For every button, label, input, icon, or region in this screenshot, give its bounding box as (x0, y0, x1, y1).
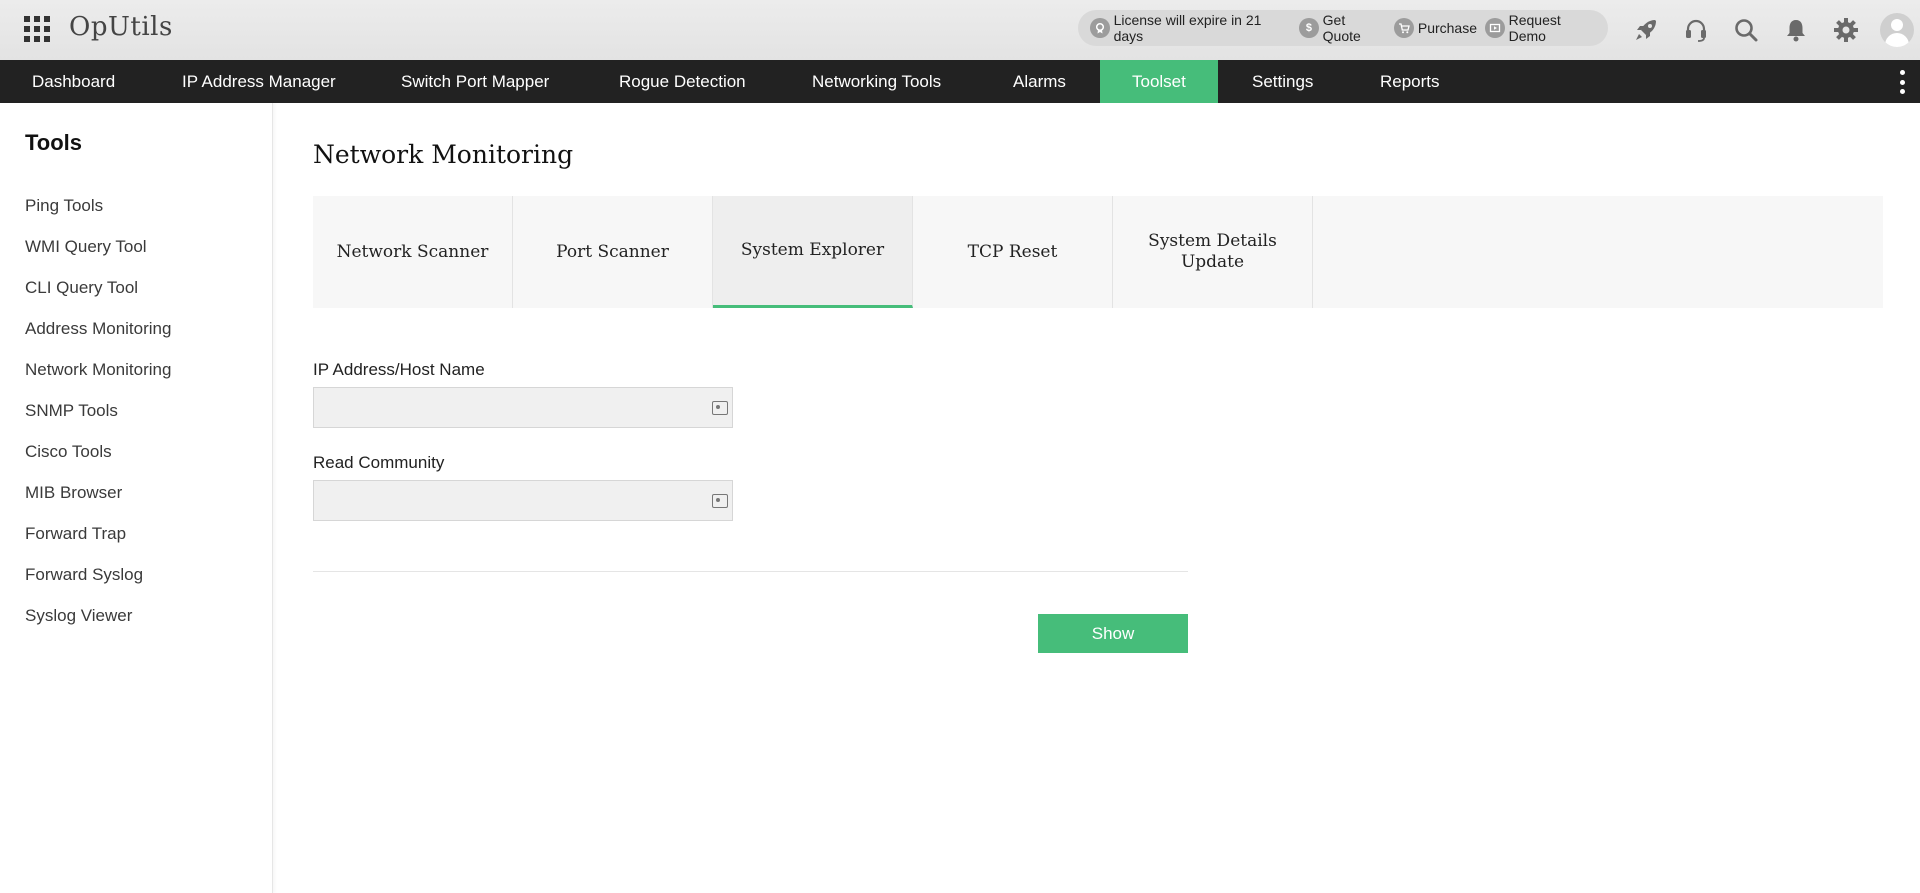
tab-tcp-reset[interactable]: TCP Reset (913, 196, 1113, 308)
nav-dashboard[interactable]: Dashboard (0, 60, 147, 103)
get-quote-label: Get Quote (1322, 12, 1361, 44)
user-avatar-icon[interactable] (1880, 13, 1914, 47)
tab-system-details-update[interactable]: System Details Update (1113, 196, 1313, 308)
nav-reports[interactable]: Reports (1348, 60, 1472, 103)
sidebar-item-forward-trap[interactable]: Forward Trap (25, 524, 126, 544)
read-community-label: Read Community (313, 453, 445, 472)
gear-icon[interactable] (1828, 12, 1864, 48)
nav-rogue-detection[interactable]: Rogue Detection (587, 60, 778, 103)
tool-tabs: Network Scanner Port Scanner System Expl… (313, 196, 1883, 308)
license-text: License will expire in 21 days (1113, 12, 1262, 44)
bell-icon[interactable] (1778, 12, 1814, 48)
app-logo: OpUtils (69, 12, 173, 42)
more-menu-icon[interactable] (1900, 70, 1906, 94)
nav-switch-port-mapper[interactable]: Switch Port Mapper (369, 60, 581, 103)
sidebar-item-forward-syslog[interactable]: Forward Syslog (25, 565, 143, 585)
dollar-icon: $ (1299, 18, 1319, 38)
license-notice: License will expire in 21 days (1090, 12, 1291, 44)
tab-system-explorer[interactable]: System Explorer (713, 196, 913, 308)
purchase-label: Purchase (1417, 20, 1478, 36)
sidebar-item-cisco-tools[interactable]: Cisco Tools (25, 442, 112, 462)
show-button[interactable]: Show (1038, 614, 1188, 653)
sidebar-item-snmp-tools[interactable]: SNMP Tools (25, 401, 118, 421)
sidebar-item-network-monitoring[interactable]: Network Monitoring (25, 360, 171, 380)
search-icon[interactable] (1728, 12, 1764, 48)
tools-sidebar: Tools Ping Tools WMI Query Tool CLI Quer… (0, 103, 273, 893)
license-bar: License will expire in 21 days $ Get Quo… (1078, 10, 1608, 46)
credential-picker-icon[interactable] (712, 401, 728, 415)
support-headset-icon[interactable] (1678, 12, 1714, 48)
tab-network-scanner[interactable]: Network Scanner (313, 196, 513, 308)
nav-alarms[interactable]: Alarms (981, 60, 1098, 103)
sidebar-item-cli-query-tool[interactable]: CLI Query Tool (25, 278, 138, 298)
header-actions (1628, 12, 1914, 48)
license-icon (1090, 18, 1110, 38)
sidebar-title: Tools (25, 130, 83, 155)
sidebar-item-mib-browser[interactable]: MIB Browser (25, 483, 122, 503)
nav-networking-tools[interactable]: Networking Tools (780, 60, 973, 103)
sidebar-item-syslog-viewer[interactable]: Syslog Viewer (25, 606, 132, 626)
main-nav: Dashboard IP Address Manager Switch Port… (0, 60, 1920, 103)
tab-port-scanner[interactable]: Port Scanner (513, 196, 713, 308)
video-demo-icon (1485, 18, 1505, 38)
cart-icon (1393, 18, 1414, 38)
request-demo-label: Request Demo (1508, 12, 1561, 44)
get-quote-link[interactable]: $ Get Quote (1299, 12, 1386, 44)
nav-ip-address-manager[interactable]: IP Address Manager (150, 60, 368, 103)
sidebar-item-address-monitoring[interactable]: Address Monitoring (25, 319, 171, 339)
ip-address-label: IP Address/Host Name (313, 360, 485, 379)
nav-toolset[interactable]: Toolset (1100, 60, 1218, 103)
sidebar-item-ping-tools[interactable]: Ping Tools (25, 196, 103, 216)
sidebar-item-wmi-query-tool[interactable]: WMI Query Tool (25, 237, 147, 257)
nav-settings[interactable]: Settings (1220, 60, 1345, 103)
purchase-link[interactable]: Purchase (1393, 18, 1478, 38)
apps-grid-icon[interactable] (24, 16, 50, 42)
page-title: Network Monitoring (313, 140, 574, 169)
rocket-icon[interactable] (1628, 12, 1664, 48)
community-picker-icon[interactable] (712, 494, 728, 508)
form-divider (313, 571, 1188, 572)
request-demo-link[interactable]: Request Demo (1485, 12, 1600, 44)
ip-address-input[interactable] (313, 387, 733, 428)
top-header: OpUtils License will expire in 21 days $… (0, 0, 1920, 60)
read-community-input[interactable] (313, 480, 733, 521)
